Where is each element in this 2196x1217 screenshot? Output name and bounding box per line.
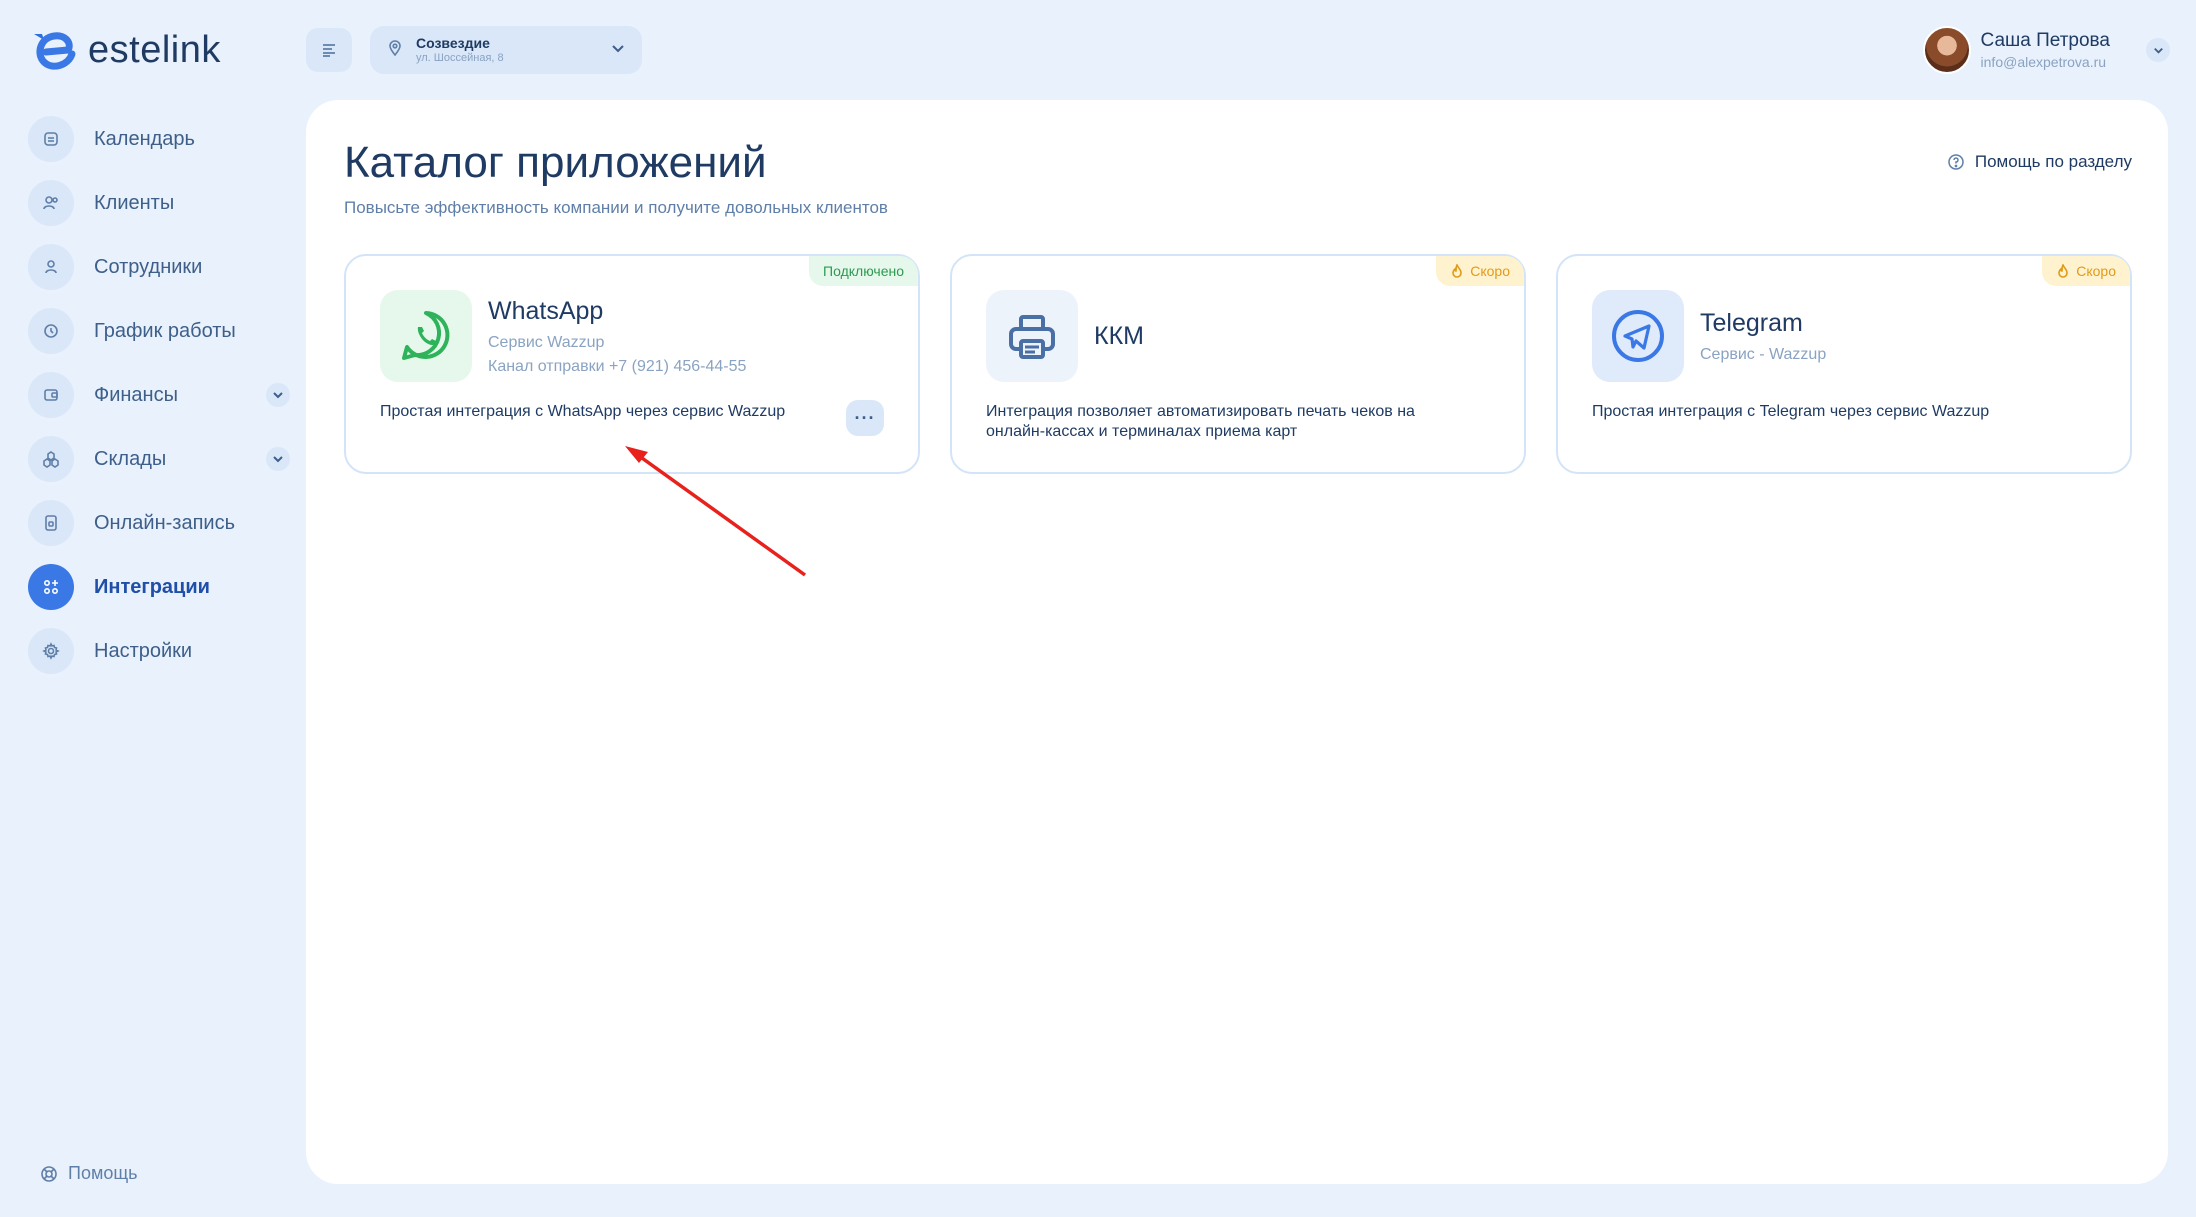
help-label: Помощь <box>68 1163 138 1183</box>
chevron-down-icon[interactable] <box>2146 38 2170 62</box>
logo-text: estelink <box>88 28 221 71</box>
apps-icon <box>28 564 74 610</box>
main-panel: Каталог приложений Повысьте эффективност… <box>306 100 2168 1184</box>
telegram-icon <box>1592 290 1684 382</box>
sidebar-item-calendar[interactable]: Календарь <box>28 116 290 162</box>
app-name: WhatsApp <box>488 296 604 325</box>
section-help-link[interactable]: Помощь по разделу <box>1947 152 2132 172</box>
app-name: Telegram <box>1700 308 1803 337</box>
user-icon <box>28 244 74 290</box>
whatsapp-icon <box>380 290 472 382</box>
app-name: ККМ <box>1094 321 1144 350</box>
app-card-whatsapp[interactable]: Подключено WhatsApp Сервис Wazzup Канал … <box>344 254 920 474</box>
status-badge: Подключено <box>809 256 918 286</box>
sidebar-item-label: Сотрудники <box>94 255 203 278</box>
user-name: Саша Петрова <box>1980 29 2110 51</box>
chevron-down-icon[interactable] <box>266 383 290 407</box>
avatar[interactable] <box>1922 26 1971 74</box>
sidebar-item-clients[interactable]: Клиенты <box>28 180 290 226</box>
app-channel: Канал отправки +7 (921) 456-44-55 <box>488 357 747 375</box>
app-description: Простая интеграция с Telegram через серв… <box>1592 403 1990 420</box>
sidebar-item-label: Интеграции <box>94 575 210 598</box>
sidebar-item-label: Онлайн-запись <box>94 511 235 534</box>
app-service: Сервис Wazzup <box>488 333 605 351</box>
phone-icon <box>28 500 74 546</box>
sidebar-item-online-booking[interactable]: Онлайн-запись <box>28 500 290 546</box>
page-title: Каталог приложений <box>344 138 767 187</box>
sidebar-item-label: Финансы <box>94 383 178 406</box>
estelink-logo-icon <box>34 32 76 70</box>
app-card-telegram[interactable]: Скоро Telegram Сервис - Wazzup Простая и… <box>1556 254 2132 474</box>
clock-icon <box>28 308 74 354</box>
calendar-icon <box>28 116 74 162</box>
sidebar-item-integrations[interactable]: Интеграции <box>28 564 290 610</box>
status-badge-label: Скоро <box>1470 263 1510 279</box>
sidebar-item-warehouses[interactable]: Склады <box>28 436 290 482</box>
status-badge: Скоро <box>2042 256 2130 286</box>
sidebar-item-employees[interactable]: Сотрудники <box>28 244 290 290</box>
app-catalog: Подключено WhatsApp Сервис Wazzup Канал … <box>344 254 2132 474</box>
sidebar-item-label: График работы <box>94 319 236 342</box>
location-selector[interactable]: Созвездие ул. Шоссейная, 8 <box>370 26 642 74</box>
more-options-button[interactable]: ··· <box>846 400 884 436</box>
app-card-kkm[interactable]: Скоро ККМ Интеграция позволяет автоматиз… <box>950 254 1526 474</box>
menu-toggle-button[interactable] <box>306 28 352 72</box>
sidebar-item-label: Клиенты <box>94 191 175 214</box>
sidebar-item-label: Календарь <box>94 127 195 150</box>
app-description: Простая интеграция с WhatsApp через серв… <box>380 403 786 420</box>
location-name: Созвездие <box>416 35 490 51</box>
gear-icon <box>28 628 74 674</box>
user-menu[interactable]: Саша Петрова info@alexpetrova.ru <box>1922 26 2170 74</box>
help-link[interactable]: Помощь <box>40 1163 138 1184</box>
location-address: ул. Шоссейная, 8 <box>416 51 504 64</box>
page-subtitle: Повысьте эффективность компании и получи… <box>344 198 888 217</box>
sidebar-item-finance[interactable]: Финансы <box>28 372 290 418</box>
sidebar-item-label: Настройки <box>94 639 193 662</box>
section-help-label: Помощь по разделу <box>1974 152 2132 171</box>
chevron-down-icon[interactable] <box>266 447 290 471</box>
flame-icon <box>1452 264 1463 278</box>
menu-icon <box>323 44 335 57</box>
sidebar-item-schedule[interactable]: График работы <box>28 308 290 354</box>
boxes-icon <box>28 436 74 482</box>
app-service: Сервис - Wazzup <box>1700 345 1827 363</box>
logo[interactable]: estelink <box>28 26 221 74</box>
sidebar-item-settings[interactable]: Настройки <box>28 628 290 674</box>
wallet-icon <box>28 372 74 418</box>
chevron-down-icon <box>610 40 626 61</box>
status-badge-label: Скоро <box>2076 263 2116 279</box>
app-description: Интеграция позволяет автоматизировать пе… <box>986 403 1415 440</box>
user-email: info@alexpetrova.ru <box>1980 54 2107 71</box>
sidebar: Календарь Клиенты Сотрудники График рабо… <box>28 116 290 692</box>
printer-icon <box>986 290 1078 382</box>
question-icon <box>1948 154 1964 170</box>
status-badge: Скоро <box>1436 256 1524 286</box>
lifebuoy-icon <box>41 1165 57 1182</box>
users-icon <box>28 180 74 226</box>
sidebar-item-label: Склады <box>94 447 167 470</box>
map-pin-icon <box>386 39 404 62</box>
flame-icon <box>2058 264 2069 278</box>
